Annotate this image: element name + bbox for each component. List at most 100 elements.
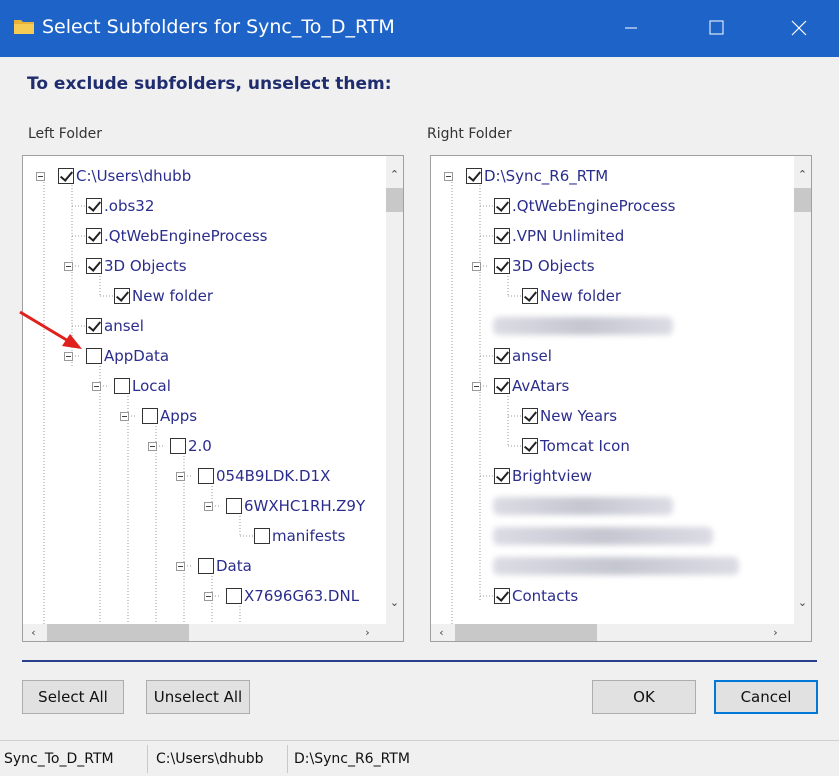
tree-node-label: 2.0 [188, 437, 212, 455]
window-title: Select Subfolders for Sync_To_D_RTM [42, 16, 395, 38]
scroll-down-icon[interactable]: ⌄ [386, 594, 403, 611]
collapse-toggle[interactable] [176, 562, 185, 571]
collapse-toggle[interactable] [64, 352, 73, 361]
checkbox[interactable] [86, 348, 102, 364]
checkbox[interactable] [198, 468, 214, 484]
checkbox[interactable] [198, 558, 214, 574]
redacted-node [493, 497, 673, 515]
tree-node-label: .QtWebEngineProcess [512, 197, 676, 215]
checkbox[interactable] [522, 438, 538, 454]
tree-node-label: .VPN Unlimited [512, 227, 625, 245]
maximize-button[interactable] [686, 0, 746, 57]
checkbox[interactable] [114, 288, 130, 304]
tree-node-label: 3D Objects [104, 257, 187, 275]
checkbox[interactable] [58, 168, 74, 184]
separator [22, 660, 817, 662]
checkbox[interactable] [86, 198, 102, 214]
collapse-toggle[interactable] [36, 172, 45, 181]
collapse-toggle[interactable] [148, 442, 157, 451]
scroll-up-icon[interactable]: ⌃ [794, 166, 811, 183]
tree-node-label: Tomcat Icon [540, 437, 630, 455]
close-button[interactable] [770, 0, 830, 57]
checkbox[interactable] [522, 408, 538, 424]
tree-node-label: New folder [540, 287, 622, 305]
scroll-thumb[interactable] [386, 188, 403, 212]
checkbox[interactable] [86, 258, 102, 274]
scroll-thumb[interactable] [794, 188, 811, 212]
minimize-button[interactable] [600, 0, 660, 57]
checkbox[interactable] [494, 258, 510, 274]
status-left-path: C:\Users\dhubb [156, 751, 264, 767]
checkbox[interactable] [522, 288, 538, 304]
right-folder-label: Right Folder [427, 126, 512, 142]
status-divider [287, 745, 288, 773]
tree-node-label: .QtWebEngineProcess [104, 227, 268, 245]
checkbox[interactable] [494, 378, 510, 394]
left-folder-tree[interactable]: C:\Users\dhubb .obs32 .QtWebEngineProces… [22, 155, 404, 642]
tree-node-label: New Years [540, 407, 618, 425]
checkbox[interactable] [86, 228, 102, 244]
horizontal-scrollbar[interactable]: ‹ › [431, 624, 811, 641]
status-right-path: D:\Sync_R6_RTM [294, 751, 410, 767]
vertical-scrollbar[interactable]: ⌃ ⌄ [386, 156, 403, 624]
scroll-down-icon[interactable]: ⌄ [794, 594, 811, 611]
tree-node-label: X7696G63.DNL [244, 587, 360, 605]
status-divider [147, 745, 148, 773]
select-all-button[interactable]: Select All [22, 680, 124, 714]
tree-node-label: Local [132, 377, 171, 395]
checkbox[interactable] [226, 588, 242, 604]
cancel-button[interactable]: Cancel [714, 680, 818, 714]
tree-node-label: AppData [104, 347, 170, 365]
ok-button[interactable]: OK [592, 680, 696, 714]
unselect-all-button[interactable]: Unselect All [146, 680, 250, 714]
redacted-node [493, 557, 739, 575]
checkbox[interactable] [114, 378, 130, 394]
checkbox[interactable] [86, 318, 102, 334]
collapse-toggle[interactable] [176, 472, 185, 481]
scroll-right-icon[interactable]: › [359, 624, 376, 641]
tree-node-label: manifests [272, 527, 346, 545]
tree-node-label: 3D Objects [512, 257, 595, 275]
checkbox[interactable] [494, 588, 510, 604]
tree-node-label: New folder [132, 287, 214, 305]
tree-node-label: ansel [512, 347, 552, 365]
checkbox[interactable] [466, 168, 482, 184]
tree-node-label: 054B9LDK.D1X [216, 467, 331, 485]
collapse-toggle[interactable] [204, 592, 213, 601]
checkbox[interactable] [494, 228, 510, 244]
scroll-thumb[interactable] [455, 624, 597, 641]
close-icon [791, 20, 807, 36]
scroll-left-icon[interactable]: ‹ [25, 624, 42, 641]
collapse-toggle[interactable] [472, 382, 481, 391]
checkbox[interactable] [494, 348, 510, 364]
collapse-toggle[interactable] [120, 412, 129, 421]
checkbox[interactable] [170, 438, 186, 454]
checkbox[interactable] [494, 468, 510, 484]
collapse-toggle[interactable] [64, 262, 73, 271]
checkbox[interactable] [494, 198, 510, 214]
title-bar: Select Subfolders for Sync_To_D_RTM [0, 0, 839, 57]
checkbox[interactable] [226, 498, 242, 514]
tree-node-label: Contacts [512, 587, 579, 605]
tree-node-label: ansel [104, 317, 144, 335]
collapse-toggle[interactable] [444, 172, 453, 181]
scroll-left-icon[interactable]: ‹ [433, 624, 450, 641]
collapse-toggle[interactable] [472, 262, 481, 271]
tree-node-label: D:\Sync_R6_RTM [484, 167, 609, 185]
red-arrow-icon [19, 310, 82, 349]
left-folder-label: Left Folder [28, 126, 103, 142]
checkbox[interactable] [142, 408, 158, 424]
instruction-heading: To exclude subfolders, unselect them: [27, 74, 392, 94]
horizontal-scrollbar[interactable]: ‹ › [23, 624, 403, 641]
scroll-right-icon[interactable]: › [767, 624, 784, 641]
redacted-node [493, 317, 673, 335]
right-folder-tree[interactable]: D:\Sync_R6_RTM .QtWebEngineProcess .VPN … [430, 155, 812, 642]
scroll-thumb[interactable] [47, 624, 189, 641]
maximize-icon [709, 20, 724, 35]
vertical-scrollbar[interactable]: ⌃ ⌄ [794, 156, 811, 624]
collapse-toggle[interactable] [204, 502, 213, 511]
scroll-up-icon[interactable]: ⌃ [386, 166, 403, 183]
collapse-toggle[interactable] [92, 382, 101, 391]
status-job-name: Sync_To_D_RTM [4, 751, 114, 767]
checkbox[interactable] [254, 528, 270, 544]
